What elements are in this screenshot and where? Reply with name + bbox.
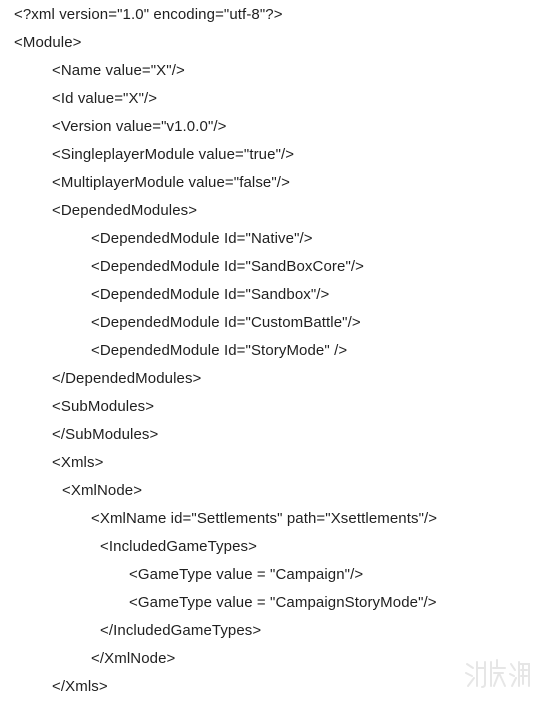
code-line-xml-declaration: <?xml version="1.0" encoding="utf-8"?>: [14, 6, 283, 23]
code-line-name: <Name value="X"/>: [52, 62, 185, 79]
code-line-includedgametypes-close: </IncludedGameTypes>: [100, 622, 262, 639]
code-line-version: <Version value="v1.0.0"/>: [52, 118, 227, 135]
code-line-xmlnode-open: <XmlNode>: [62, 482, 143, 499]
site-logo-watermark: [465, 659, 530, 688]
code-line-xmlname: <XmlName id="Settlements" path="Xsettlem…: [91, 510, 438, 527]
code-line-depended-modules-open: <DependedModules>: [52, 202, 198, 219]
code-line-depended-modules-close: </DependedModules>: [52, 370, 202, 387]
code-line-xmlnode-close: </XmlNode>: [91, 650, 176, 667]
code-line-singleplayer: <SingleplayerModule value="true"/>: [52, 146, 295, 163]
code-line-multiplayer: <MultiplayerModule value="false"/>: [52, 174, 290, 191]
code-line-submodules-open: <SubModules>: [52, 398, 155, 415]
code-line-gametype-campaignstorymode: <GameType value = "CampaignStoryMode"/>: [129, 594, 437, 611]
code-line-id: <Id value="X"/>: [52, 90, 158, 107]
code-line-depended-storymode: <DependedModule Id="StoryMode" />: [91, 342, 348, 359]
code-line-depended-native: <DependedModule Id="Native"/>: [91, 230, 313, 247]
code-line-xmls-open: <Xmls>: [52, 454, 104, 471]
code-line-xmls-close: </Xmls>: [52, 678, 108, 695]
xml-code-block: <?xml version="1.0" encoding="utf-8"?> <…: [0, 0, 547, 704]
code-line-depended-custombattle: <DependedModule Id="CustomBattle"/>: [91, 314, 361, 331]
code-line-module-open: <Module>: [14, 34, 82, 51]
code-line-includedgametypes-open: <IncludedGameTypes>: [100, 538, 257, 555]
code-line-submodules-close: </SubModules>: [52, 426, 159, 443]
code-line-depended-sandboxcore: <DependedModule Id="SandBoxCore"/>: [91, 258, 364, 275]
code-line-gametype-campaign: <GameType value = "Campaign"/>: [129, 566, 364, 583]
code-line-depended-sandbox: <DependedModule Id="Sandbox"/>: [91, 286, 330, 303]
